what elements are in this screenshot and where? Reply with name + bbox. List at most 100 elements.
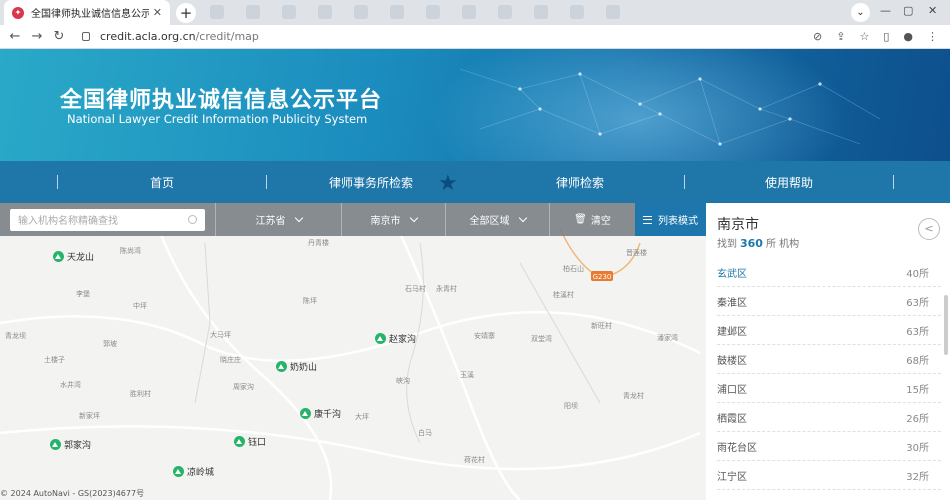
map-label: 永青村 xyxy=(436,285,457,293)
district-item[interactable]: 浦口区 15所 xyxy=(717,374,941,403)
hero-banner: 全国律师执业诚信信息公示平台 National Lawyer Credit In… xyxy=(0,49,950,161)
district-item[interactable]: 栖霞区 26所 xyxy=(717,403,941,432)
map-poi-marker[interactable]: 赵家沟 xyxy=(375,332,416,345)
district-item[interactable]: 鼓楼区 68所 xyxy=(717,345,941,374)
tab-favicon-icon[interactable] xyxy=(570,5,584,19)
panel-scrollbar[interactable] xyxy=(944,295,948,355)
tab-favicon-icon[interactable] xyxy=(282,5,296,19)
share-icon[interactable]: ⇪ xyxy=(836,30,845,43)
nav-divider xyxy=(893,175,894,189)
minimize-icon[interactable]: — xyxy=(880,4,891,17)
district-panel: 南京市 找到 360 所 机构 < 玄武区 40所 秦淮区 63所 建邺区 63所 鼓楼区… xyxy=(706,203,950,500)
map-label: 水井湾 xyxy=(60,381,81,389)
close-window-icon[interactable]: ✕ xyxy=(928,4,937,17)
map-label: 大坪 xyxy=(355,413,369,421)
url-field[interactable]: credit.acla.org.cn /credit/map xyxy=(82,30,259,43)
district-item[interactable]: 玄武区 40所 xyxy=(717,258,941,287)
profile-icon[interactable]: ● xyxy=(903,30,913,43)
map-label: 新家坪 xyxy=(79,412,100,420)
map-label: 李堡 xyxy=(76,290,90,298)
forward-arrow-icon[interactable]: → xyxy=(26,29,48,44)
map-label: 峡沟 xyxy=(396,377,410,385)
map-label: 土楼子 xyxy=(44,356,65,364)
district-item[interactable]: 建邺区 63所 xyxy=(717,316,941,345)
url-path: /credit/map xyxy=(195,30,259,43)
nav-home[interactable]: 首页 xyxy=(58,174,266,191)
tab-favicon-icon[interactable] xyxy=(534,5,548,19)
tab-favicon-icon[interactable] xyxy=(498,5,512,19)
map-label: 柏石山 xyxy=(563,265,584,273)
district-name: 秦淮区 xyxy=(717,297,747,309)
city-dropdown[interactable]: 南京市 xyxy=(341,203,445,236)
poi-label: 钰口 xyxy=(248,438,267,448)
map-label: 安靖寨 xyxy=(474,332,495,340)
clear-label: 清空 xyxy=(590,216,611,227)
translate-icon[interactable]: ⊘ xyxy=(813,30,822,43)
close-tab-icon[interactable]: ✕ xyxy=(153,6,162,19)
map-label: 陈尚湾 xyxy=(120,247,141,255)
side-panel-icon[interactable]: ▯ xyxy=(883,30,889,43)
search-icon[interactable] xyxy=(188,215,197,224)
bookmark-star-icon[interactable]: ☆ xyxy=(859,30,869,43)
site-info-icon[interactable] xyxy=(82,32,90,41)
tab-favicon-icon[interactable] xyxy=(354,5,368,19)
background-tabs xyxy=(210,5,620,19)
map-label: 晋莲楼 xyxy=(626,249,647,257)
list-icon xyxy=(643,215,652,224)
map-poi-marker[interactable]: 郭家沟 xyxy=(50,438,91,451)
chevron-down-icon xyxy=(294,213,303,222)
map-label: 新旺村 xyxy=(591,322,612,330)
poi-label: 赵家沟 xyxy=(389,335,417,345)
district-name: 浦口区 xyxy=(717,384,747,396)
tab-favicon-icon[interactable] xyxy=(246,5,260,19)
maximize-icon[interactable]: ▢ xyxy=(903,4,913,17)
tab-favicon-icon[interactable] xyxy=(318,5,332,19)
nav-help[interactable]: 使用帮助 xyxy=(685,174,893,191)
tab-favicon-icon[interactable] xyxy=(390,5,404,19)
clear-button[interactable]: 🗑 清空 xyxy=(549,203,635,236)
org-search-input[interactable]: 输入机构名称精确查找 xyxy=(10,208,205,231)
reload-icon[interactable]: ↻ xyxy=(48,29,70,44)
poi-label: 奶奶山 xyxy=(290,363,318,373)
district-item[interactable]: 雨花台区 30所 xyxy=(717,432,941,461)
map-label: 晓庄庄 xyxy=(220,356,241,364)
mountain-icon xyxy=(234,436,245,447)
map-poi-marker[interactable]: 钰口 xyxy=(234,435,266,448)
tab-favicon-icon[interactable] xyxy=(462,5,476,19)
map-poi-marker[interactable]: 凉岭城 xyxy=(173,465,214,478)
district-count: 15所 xyxy=(906,384,929,396)
map-poi-marker[interactable]: 天龙山 xyxy=(53,250,94,263)
poi-label: 天龙山 xyxy=(67,253,95,263)
map-label: 桂溪村 xyxy=(553,291,574,299)
district-name: 江宁区 xyxy=(717,471,747,483)
nav-lawyer-search[interactable]: 律师检索 xyxy=(476,174,684,191)
district-name: 栖霞区 xyxy=(717,413,747,425)
found-suffix: 所 机构 xyxy=(765,239,800,250)
tab-favicon-icon[interactable] xyxy=(426,5,440,19)
tab-favicon-icon[interactable] xyxy=(606,5,620,19)
map-poi-marker[interactable]: 奶奶山 xyxy=(276,360,317,373)
result-count: 找到 360 所 机构 xyxy=(717,235,799,250)
area-dropdown[interactable]: 全部区域 xyxy=(445,203,549,236)
site-favicon-icon: ✦ xyxy=(12,6,24,19)
area-value: 全部区域 xyxy=(469,216,510,227)
district-item[interactable]: 秦淮区 63所 xyxy=(717,287,941,316)
browser-tab-bar: ✦ 全国律师执业诚信信息公示平台 ✕ + ⌄ — ▢ ✕ xyxy=(0,0,950,25)
found-count: 360 xyxy=(740,237,763,250)
browser-tab-active[interactable]: ✦ 全国律师执业诚信信息公示平台 ✕ xyxy=(4,0,170,25)
collapse-panel-button[interactable]: < xyxy=(918,218,940,240)
map-poi-marker[interactable]: 康千沟 xyxy=(300,407,341,420)
district-count: 32所 xyxy=(906,471,929,483)
tab-search-chevron-icon[interactable]: ⌄ xyxy=(851,3,870,22)
emblem-star-icon: ★ xyxy=(438,171,458,196)
back-arrow-icon[interactable]: ← xyxy=(4,29,26,44)
district-name: 建邺区 xyxy=(717,326,747,338)
district-item[interactable]: 江宁区 32所 xyxy=(717,461,941,490)
menu-icon[interactable]: ⋮ xyxy=(927,30,938,43)
map-label: 郭坡 xyxy=(103,340,117,348)
list-mode-button[interactable]: 列表模式 xyxy=(635,203,706,236)
province-dropdown[interactable]: 江苏省 xyxy=(215,203,341,236)
new-tab-button[interactable]: + xyxy=(176,3,196,23)
tab-favicon-icon[interactable] xyxy=(210,5,224,19)
mountain-icon xyxy=(375,333,386,344)
